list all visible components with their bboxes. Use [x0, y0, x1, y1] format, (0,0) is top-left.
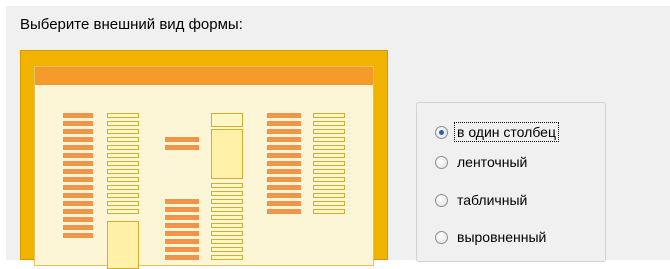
radio-button-checked[interactable] — [435, 125, 448, 139]
preview-field — [313, 185, 345, 190]
preview-field — [211, 199, 243, 204]
preview-label-bar — [63, 153, 93, 158]
preview-field — [313, 113, 345, 118]
form-layout-preview — [20, 50, 388, 269]
preview-label-bar — [165, 137, 199, 142]
preview-field — [107, 121, 139, 126]
radio-button[interactable] — [435, 155, 448, 169]
preview-label-bar — [63, 233, 93, 238]
preview-label-bar — [267, 161, 301, 166]
preview-label-bar — [63, 217, 93, 222]
preview-field — [107, 153, 139, 158]
preview-field — [313, 177, 345, 182]
preview-field — [211, 113, 243, 127]
preview-field — [211, 215, 243, 220]
preview-label-bar — [165, 145, 199, 150]
radio-option-label[interactable]: ленточный — [455, 153, 529, 171]
preview-label-bar — [267, 121, 301, 126]
preview-field — [313, 121, 345, 126]
preview-field — [211, 183, 243, 188]
preview-label-bar — [267, 185, 301, 190]
radio-button[interactable] — [435, 193, 448, 207]
preview-label-bar — [165, 255, 199, 260]
preview-field — [313, 153, 345, 158]
preview-label-bar — [267, 201, 301, 206]
preview-label-bar — [165, 247, 199, 252]
preview-field — [313, 169, 345, 174]
radio-option-label[interactable]: выровненный — [455, 228, 548, 246]
preview-label-bar — [63, 225, 93, 230]
preview-memo-field — [107, 221, 139, 269]
layout-prompt-label: Выберите внешний вид формы: — [20, 16, 243, 33]
preview-label-bar — [165, 239, 199, 244]
preview-field — [313, 137, 345, 142]
preview-label-bar — [63, 145, 93, 150]
preview-field — [107, 185, 139, 190]
preview-memo-field — [211, 129, 243, 179]
preview-label-bar — [267, 113, 301, 118]
preview-field — [313, 145, 345, 150]
radio-option-label[interactable]: табличный — [455, 191, 529, 209]
preview-label-bar — [165, 223, 199, 228]
preview-field — [107, 129, 139, 134]
preview-label-bar — [63, 113, 93, 118]
preview-label-bar — [63, 185, 93, 190]
preview-field — [313, 193, 345, 198]
preview-label-bar — [63, 121, 93, 126]
preview-label-bar — [267, 177, 301, 182]
preview-field — [211, 207, 243, 212]
preview-field — [107, 169, 139, 174]
preview-label-bar — [63, 177, 93, 182]
preview-label-bar — [267, 153, 301, 158]
preview-label-bar — [165, 215, 199, 220]
preview-field — [107, 177, 139, 182]
preview-field — [211, 255, 243, 260]
preview-field — [211, 223, 243, 228]
preview-label-bar — [267, 145, 301, 150]
preview-field — [313, 209, 345, 214]
preview-field — [107, 193, 139, 198]
preview-field — [313, 201, 345, 206]
preview-label-bar — [165, 199, 199, 204]
radio-option-datasheet[interactable]: табличный — [435, 189, 529, 211]
layout-options-group: в один столбец ленточный табличный выров… — [416, 102, 606, 262]
preview-label-bar — [63, 169, 93, 174]
radio-option-tabular[interactable]: ленточный — [435, 151, 529, 173]
radio-option-justified[interactable]: выровненный — [435, 226, 548, 248]
preview-label-bar — [267, 137, 301, 142]
radio-option-label[interactable]: в один столбец — [454, 122, 559, 142]
preview-field — [107, 137, 139, 142]
preview-form-header — [35, 67, 373, 85]
preview-label-bar — [63, 193, 93, 198]
preview-label-bar — [63, 209, 93, 214]
preview-form-body — [34, 66, 374, 269]
preview-label-bar — [267, 209, 301, 214]
preview-field — [211, 231, 243, 236]
preview-field — [107, 145, 139, 150]
preview-label-bar — [165, 207, 199, 212]
preview-label-bar — [267, 193, 301, 198]
preview-label-bar — [63, 129, 93, 134]
preview-field — [107, 201, 139, 206]
radio-option-columnar[interactable]: в один столбец — [435, 121, 559, 143]
preview-field — [313, 161, 345, 166]
preview-label-bar — [165, 231, 199, 236]
preview-label-bar — [63, 161, 93, 166]
preview-label-bar — [267, 169, 301, 174]
preview-field — [211, 191, 243, 196]
preview-field — [107, 113, 139, 118]
preview-field — [313, 129, 345, 134]
radio-button[interactable] — [435, 230, 448, 244]
preview-field — [211, 239, 243, 244]
preview-field — [107, 209, 139, 214]
preview-label-bar — [63, 137, 93, 142]
preview-label-bar — [267, 129, 301, 134]
preview-field — [211, 247, 243, 252]
preview-label-bar — [63, 201, 93, 206]
preview-field — [107, 161, 139, 166]
